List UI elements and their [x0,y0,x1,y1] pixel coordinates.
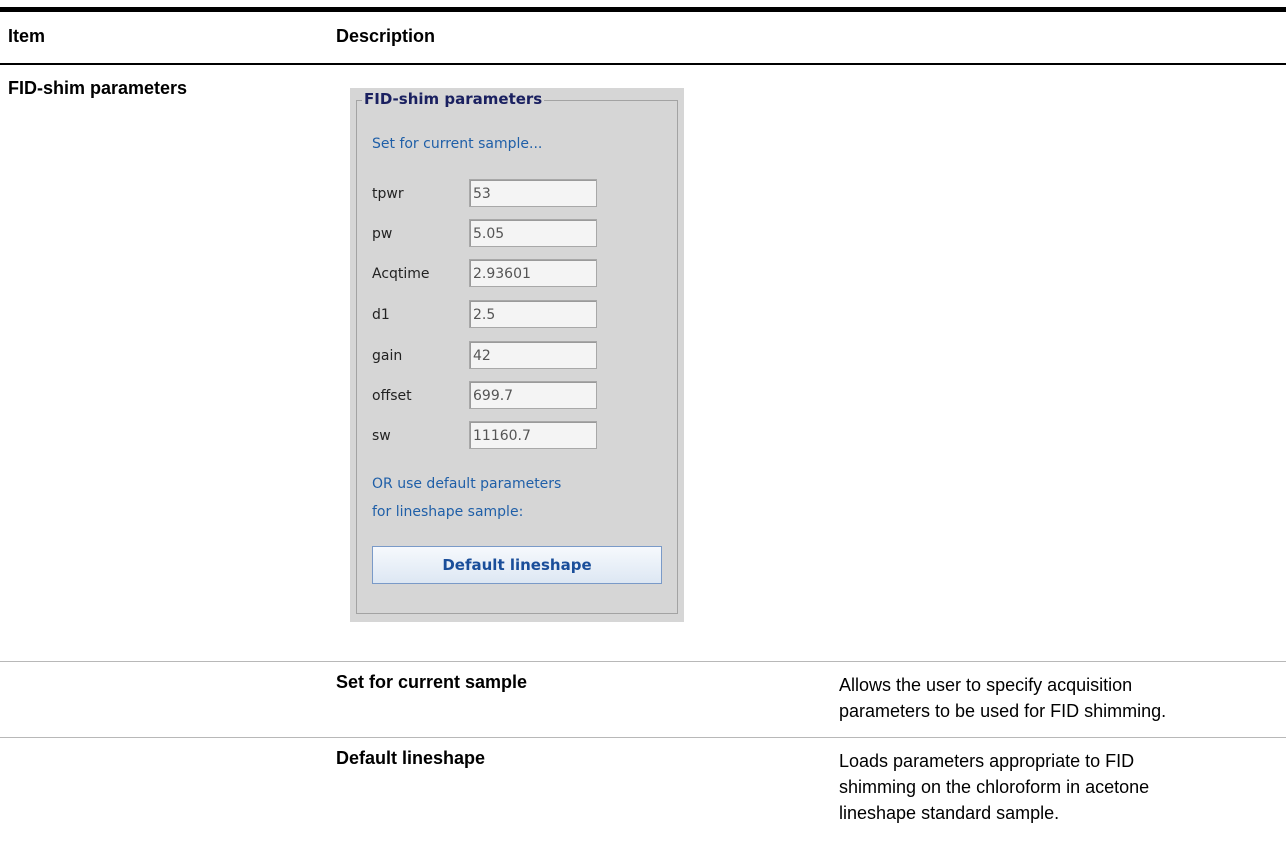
param-label: offset [372,388,412,404]
default-lineshape-button[interactable]: Default lineshape [372,546,662,584]
set-current-sample-label: Set for current sample... [372,136,543,152]
pw-input[interactable] [469,219,597,247]
panel-legend: FID-shim parameters [362,90,545,108]
row-divider [0,737,1286,738]
param-label: gain [372,348,403,364]
description-line: Allows the user to specify acquisition [839,675,1133,695]
param-row-gain: gain [372,341,612,369]
row-name-default-lineshape: Default lineshape [336,748,486,768]
description-line: parameters to be used for FID shimming. [839,701,1167,721]
or-default-label: OR use default parameters [372,476,562,492]
param-label: sw [372,428,391,444]
param-row-sw: sw [372,421,612,449]
description-line: Loads parameters appropriate to FID [839,751,1135,771]
param-row-offset: offset [372,381,612,409]
param-label: tpwr [372,186,404,202]
row-name-set-for-current-sample: Set for current sample [336,672,528,692]
gain-input[interactable] [469,341,597,369]
param-row-pw: pw [372,219,612,247]
description-line: lineshape standard sample. [839,803,1060,823]
row-description: Loads parameters appropriate to FID shim… [839,748,1279,826]
fid-shim-panel: FID-shim parameters Set for current samp… [350,88,684,622]
acqtime-input[interactable] [469,259,597,287]
param-label: d1 [372,307,390,323]
offset-input[interactable] [469,381,597,409]
sw-input[interactable] [469,421,597,449]
param-label: Acqtime [372,266,430,282]
param-row-tpwr: tpwr [372,179,612,207]
header-item: Item [8,26,46,46]
param-row-acqtime: Acqtime [372,259,612,287]
param-row-d1: d1 [372,300,612,328]
description-line: shimming on the chloroform in acetone [839,777,1150,797]
header-rule [0,63,1286,65]
section-title: FID-shim parameters [8,78,188,98]
top-rule [0,7,1286,12]
d1-input[interactable] [469,300,597,328]
param-label: pw [372,226,393,242]
tpwr-input[interactable] [469,179,597,207]
lineshape-sample-label: for lineshape sample: [372,504,524,520]
header-description: Description [336,26,436,46]
row-description: Allows the user to specify acquisition p… [839,672,1279,724]
row-divider [0,661,1286,662]
